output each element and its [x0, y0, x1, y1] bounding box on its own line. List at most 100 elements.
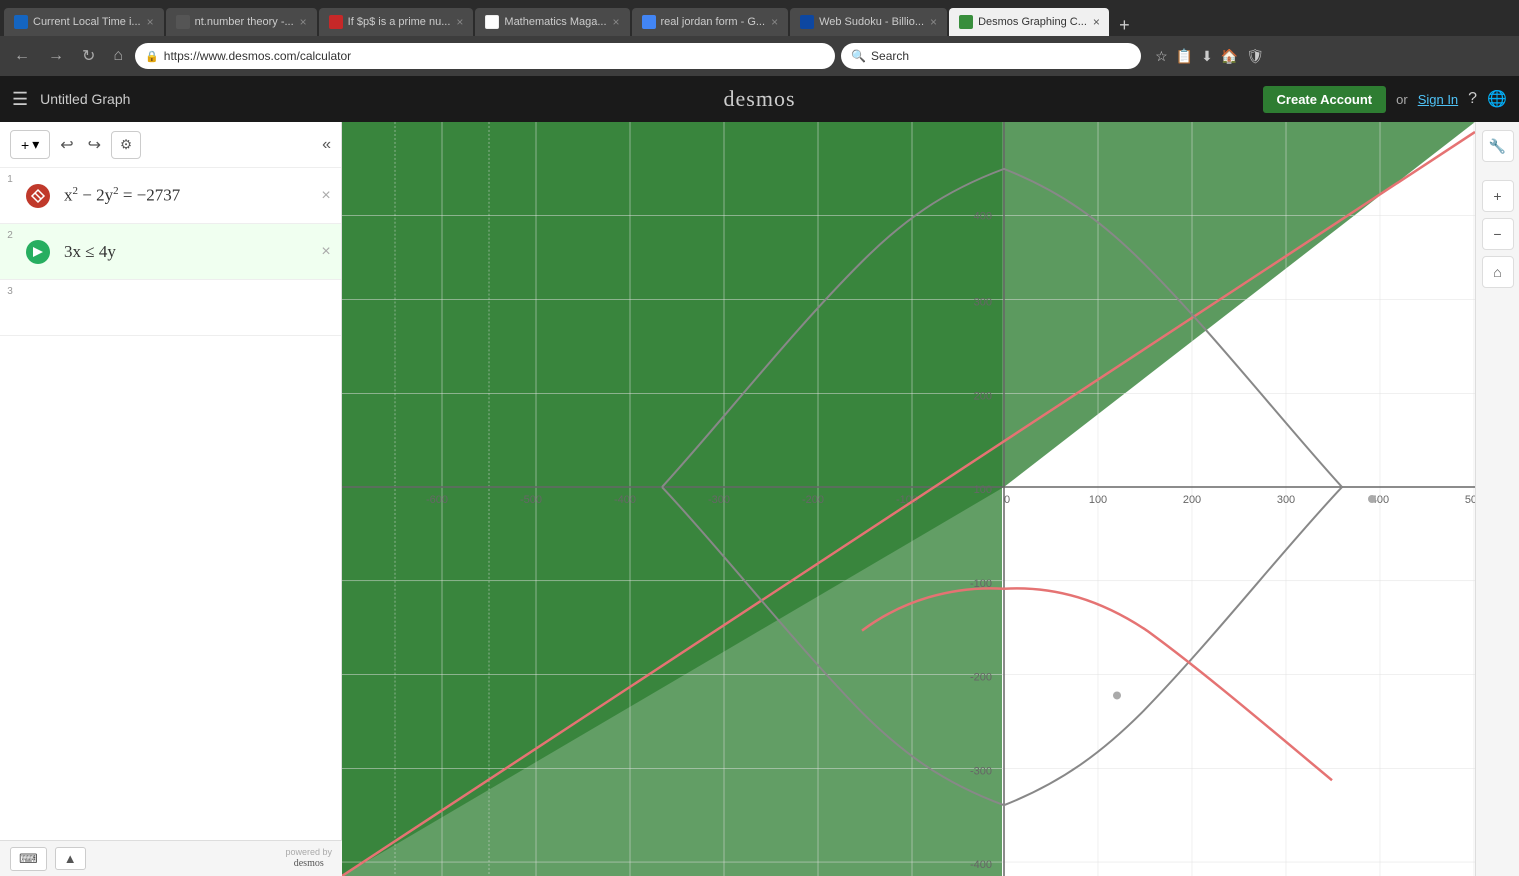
- tab-5-label: real jordan form - G...: [661, 16, 766, 28]
- powered-by: powered by desmos: [285, 847, 332, 870]
- zoom-out-button[interactable]: −: [1482, 218, 1514, 250]
- tab-3[interactable]: If $p$ is a prime nu... ×: [319, 8, 474, 36]
- search-input[interactable]: Search: [871, 49, 909, 63]
- svg-text:200: 200: [974, 390, 992, 402]
- svg-text:-200: -200: [802, 494, 824, 506]
- home-button[interactable]: ⌂: [107, 43, 129, 69]
- browser-home-icon[interactable]: 🏠: [1221, 48, 1238, 65]
- url-text: https://www.desmos.com/calculator: [164, 49, 351, 63]
- keyboard-icon: ⌨: [19, 851, 38, 866]
- wrench-button[interactable]: 🔧: [1482, 130, 1514, 162]
- tab-1[interactable]: Current Local Time i... ×: [4, 8, 164, 36]
- add-expression-button[interactable]: + ▾: [10, 130, 50, 159]
- tab-5[interactable]: real jordan form - G... ×: [632, 8, 789, 36]
- home-zoom-icon: ⌂: [1493, 264, 1501, 280]
- tab-6[interactable]: Web Sudoku - Billio... ×: [790, 8, 947, 36]
- svg-text:300: 300: [974, 297, 992, 309]
- lock-icon: 🔒: [145, 50, 159, 63]
- url-bar[interactable]: 🔒 https://www.desmos.com/calculator: [135, 43, 835, 69]
- shield-icon[interactable]: 🛡: [1246, 48, 1264, 65]
- expr-2-math: 3x ≤ 4y: [64, 242, 116, 262]
- create-account-button[interactable]: Create Account: [1263, 86, 1387, 113]
- tab-7-label: Desmos Graphing C...: [978, 16, 1087, 28]
- collapse-panel-button[interactable]: «: [322, 136, 331, 154]
- tab-7-favicon: [959, 15, 973, 29]
- settings-button[interactable]: ⚙: [111, 131, 141, 159]
- undo-button[interactable]: ↩: [56, 131, 77, 159]
- add-chevron-icon: ▾: [32, 136, 39, 153]
- desmos-header: ☰ Untitled Graph desmos Create Account o…: [0, 76, 1519, 122]
- plus-zoom-icon: +: [1493, 188, 1501, 204]
- expr-2-icon: [26, 240, 50, 264]
- desmos-logo: desmos: [724, 86, 796, 112]
- bookmark-pages-icon[interactable]: 📋: [1176, 48, 1193, 65]
- new-tab-button[interactable]: +: [1111, 15, 1138, 36]
- expr-3-number: 3: [0, 280, 20, 335]
- tab-1-favicon: [14, 15, 28, 29]
- address-bar: ← → ↻ ⌂ 🔒 https://www.desmos.com/calcula…: [0, 36, 1519, 76]
- keyboard-toggle-button[interactable]: ⌨: [10, 847, 47, 871]
- expression-item-1[interactable]: 1 x2 − 2y2 = −2737: [0, 168, 341, 224]
- svg-text:400: 400: [974, 211, 992, 223]
- expr-1-number: 1: [0, 168, 20, 223]
- download-icon[interactable]: ⬇: [1201, 48, 1213, 65]
- tab-1-close[interactable]: ×: [147, 15, 154, 29]
- zoom-fit-button[interactable]: ⌂: [1482, 256, 1514, 288]
- desmos-app: ☰ Untitled Graph desmos Create Account o…: [0, 76, 1519, 876]
- chevron-left-icon: «: [322, 136, 331, 153]
- tab-7-close[interactable]: ×: [1093, 15, 1100, 29]
- expr-1-icon-area: [20, 168, 56, 223]
- expr-3-content[interactable]: [56, 280, 341, 335]
- expr-2-close-button[interactable]: ×: [311, 224, 341, 279]
- tab-4-favicon: [485, 15, 499, 29]
- gear-icon: ⚙: [120, 137, 132, 152]
- redo-button[interactable]: ↪: [84, 131, 105, 159]
- graph-title[interactable]: Untitled Graph: [40, 91, 130, 107]
- expr-2-number: 2: [0, 224, 20, 279]
- svg-text:500: 500: [1465, 494, 1475, 506]
- svg-text:200: 200: [1183, 494, 1201, 506]
- globe-icon[interactable]: 🌐: [1487, 89, 1507, 109]
- svg-text:300: 300: [1277, 494, 1295, 506]
- svg-text:-400: -400: [970, 859, 992, 871]
- svg-text:100: 100: [1089, 494, 1107, 506]
- expr-2-icon-area: [20, 224, 56, 279]
- expr-1-close-button[interactable]: ×: [311, 168, 341, 223]
- tab-3-close[interactable]: ×: [456, 15, 463, 29]
- expr-1-content[interactable]: x2 − 2y2 = −2737: [56, 168, 311, 223]
- forward-button[interactable]: →: [42, 43, 70, 69]
- svg-text:-400: -400: [614, 494, 636, 506]
- tab-2[interactable]: nt.number theory -... ×: [166, 8, 317, 36]
- powered-by-text: powered by: [285, 847, 332, 858]
- help-icon[interactable]: ?: [1468, 90, 1477, 108]
- back-button[interactable]: ←: [8, 43, 36, 69]
- svg-text:-200: -200: [970, 672, 992, 684]
- plus-icon: +: [21, 137, 29, 153]
- tab-6-favicon: [800, 15, 814, 29]
- expression-item-3[interactable]: 3: [0, 280, 341, 336]
- tab-6-label: Web Sudoku - Billio...: [819, 16, 924, 28]
- expression-item-2[interactable]: 2 3x ≤ 4y ×: [0, 224, 341, 280]
- sign-in-link[interactable]: Sign In: [1418, 92, 1458, 107]
- zoom-in-button[interactable]: +: [1482, 180, 1514, 212]
- hamburger-menu-button[interactable]: ☰: [12, 89, 28, 110]
- reload-button[interactable]: ↻: [76, 42, 101, 70]
- tab-2-label: nt.number theory -...: [195, 16, 294, 28]
- keyboard-expand-button[interactable]: ▲: [55, 847, 86, 870]
- main-content: + ▾ ↩ ↪ ⚙ « 1: [0, 122, 1519, 876]
- tab-5-close[interactable]: ×: [771, 15, 778, 29]
- tab-4[interactable]: Mathematics Maga... ×: [475, 8, 629, 36]
- tab-7[interactable]: Desmos Graphing C... ×: [949, 8, 1109, 36]
- svg-text:0: 0: [1004, 494, 1010, 506]
- tab-4-close[interactable]: ×: [613, 15, 620, 29]
- bookmark-star-icon[interactable]: ☆: [1155, 48, 1168, 65]
- tab-6-close[interactable]: ×: [930, 15, 937, 29]
- expr-2-content[interactable]: 3x ≤ 4y: [56, 224, 311, 279]
- graph-area[interactable]: -600 -500 -400 -300 -200 -100 0 100 200 …: [342, 122, 1475, 876]
- right-sidebar: 🔧 + − ⌂: [1475, 122, 1519, 876]
- search-bar[interactable]: 🔍 Search: [841, 43, 1141, 69]
- svg-text:-500: -500: [520, 494, 542, 506]
- tab-3-favicon: [329, 15, 343, 29]
- keyboard-bar: ⌨ ▲ powered by desmos: [0, 840, 342, 876]
- tab-2-close[interactable]: ×: [300, 15, 307, 29]
